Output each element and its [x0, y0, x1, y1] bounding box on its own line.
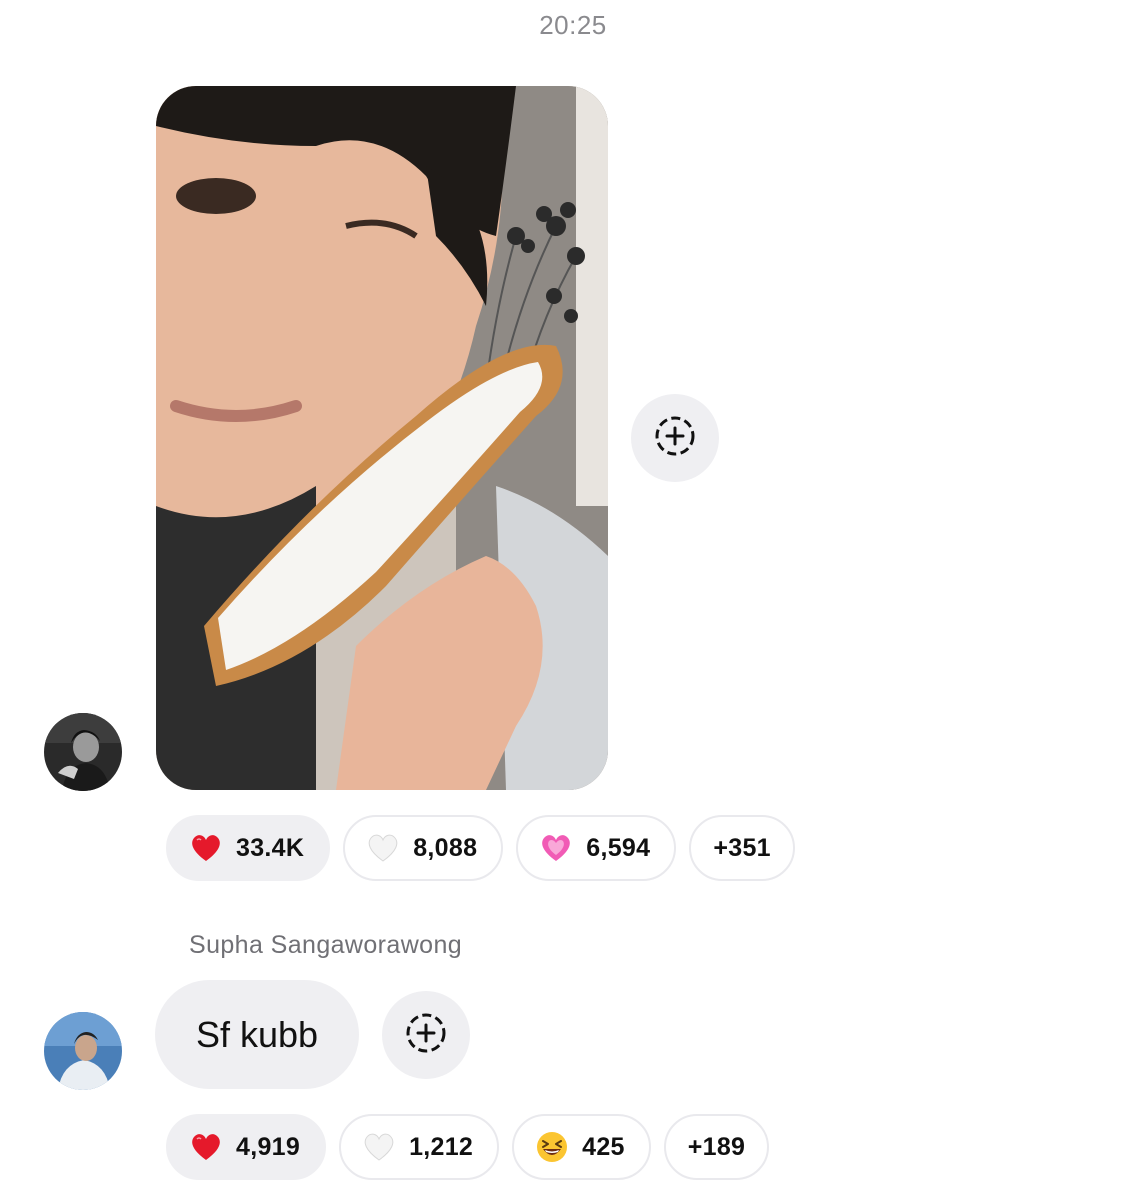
- reaction-bar: 33.4K 8,088 6,594 +351: [166, 815, 795, 881]
- reaction-pill-white-heart[interactable]: 1,212: [339, 1114, 500, 1180]
- sender-avatar[interactable]: [44, 713, 122, 791]
- white-heart-icon: [367, 833, 399, 863]
- pink-heart-icon: [540, 833, 572, 863]
- reaction-pill-red-heart[interactable]: 4,919: [166, 1114, 327, 1180]
- add-to-story-icon: [653, 414, 697, 463]
- reaction-count: 33.4K: [236, 833, 305, 862]
- reaction-count: 425: [582, 1132, 625, 1161]
- reaction-pill-white-heart[interactable]: 8,088: [343, 815, 504, 881]
- message-bubble[interactable]: Sf kubb: [155, 980, 359, 1089]
- sender-name: Supha Sangaworawong: [189, 931, 463, 959]
- white-heart-icon: [363, 1132, 395, 1162]
- red-heart-icon: [190, 1132, 222, 1162]
- sender-avatar[interactable]: [44, 1012, 122, 1090]
- share-button[interactable]: [382, 991, 470, 1079]
- more-reactions-count: +351: [713, 833, 771, 862]
- red-heart-icon: [190, 833, 222, 863]
- reaction-count: 8,088: [413, 833, 478, 862]
- reaction-pill-grinning-squinting-face[interactable]: 425: [512, 1114, 651, 1180]
- reaction-pill-pink-heart[interactable]: 6,594: [516, 815, 677, 881]
- grinning-squinting-face-icon: [536, 1131, 568, 1163]
- add-to-story-icon: [404, 1011, 448, 1060]
- more-reactions-count: +189: [687, 1132, 746, 1161]
- more-reactions-pill[interactable]: +189: [663, 1114, 770, 1180]
- reaction-count: 1,212: [409, 1132, 474, 1161]
- reaction-count: 4,919: [236, 1132, 301, 1161]
- reaction-pill-red-heart[interactable]: 33.4K: [166, 815, 331, 881]
- share-button[interactable]: [631, 394, 719, 482]
- message-text: Sf kubb: [195, 1013, 319, 1055]
- message-timestamp: 20:25: [539, 10, 607, 40]
- shared-photo[interactable]: [156, 86, 608, 790]
- reaction-bar: 4,919 1,212 425 +189: [166, 1114, 770, 1180]
- reaction-count: 6,594: [586, 833, 651, 862]
- more-reactions-pill[interactable]: +351: [689, 815, 795, 881]
